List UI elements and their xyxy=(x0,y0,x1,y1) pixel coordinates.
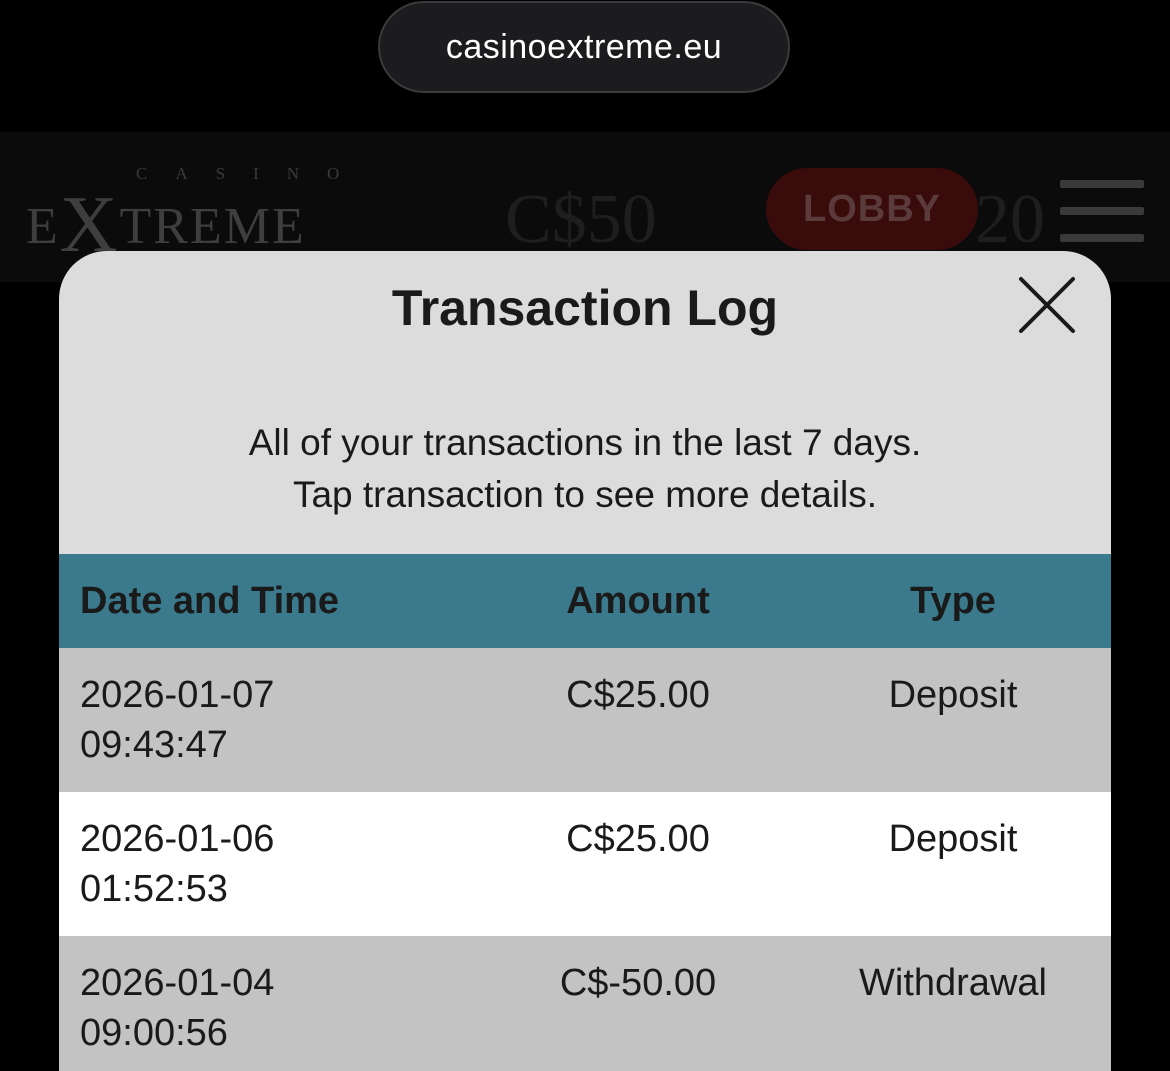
balance-display: C$50 xyxy=(505,181,657,258)
modal-title: Transaction Log xyxy=(391,280,779,336)
transaction-time: 09:43:47 xyxy=(80,724,228,766)
transaction-type: Deposit xyxy=(888,818,1018,860)
transaction-date: 2026-01-06 xyxy=(80,818,275,860)
table-header: Date and Time Amount Type xyxy=(59,554,1111,648)
transaction-time: 01:52:53 xyxy=(80,868,228,910)
lobby-button: LOBBY xyxy=(766,168,978,250)
transaction-amount: C$25.00 xyxy=(566,674,710,716)
transaction-datetime: 2026-01-07 09:43:47 xyxy=(80,670,274,770)
logo-prefix: E xyxy=(26,198,60,255)
transaction-date: 2026-01-04 xyxy=(80,962,275,1004)
close-icon xyxy=(1019,277,1075,333)
transaction-amount: C$-50.00 xyxy=(559,962,717,1004)
transaction-datetime: 2026-01-06 01:52:53 xyxy=(80,814,274,914)
url-bar[interactable]: casinoextreme.eu xyxy=(378,1,790,93)
description-line-1: All of your transactions in the last 7 d… xyxy=(248,422,922,463)
column-header-date: Date and Time xyxy=(80,580,340,622)
logo-suffix: TREME xyxy=(119,198,306,255)
bonus-display: 20 xyxy=(975,181,1045,258)
transaction-row[interactable]: 2026-01-07 09:43:47 C$25.00 Deposit xyxy=(59,648,1111,792)
transaction-amount: C$25.00 xyxy=(566,818,710,860)
transaction-datetime: 2026-01-04 09:00:56 xyxy=(80,958,274,1058)
casino-extreme-logo: CASINO EXTREME xyxy=(26,160,356,269)
column-header-amount: Amount xyxy=(566,580,710,622)
column-header-type: Type xyxy=(910,580,996,622)
transaction-log-modal: Transaction Log All of your transactions… xyxy=(59,251,1111,1071)
transaction-time: 09:00:56 xyxy=(80,1012,228,1054)
transaction-row[interactable]: 2026-01-06 01:52:53 C$25.00 Deposit xyxy=(59,792,1111,936)
transaction-type: Deposit xyxy=(888,674,1018,716)
modal-description: All of your transactions in the last 7 d… xyxy=(59,417,1111,521)
description-line-2: Tap transaction to see more details. xyxy=(292,474,878,515)
transaction-row[interactable]: 2026-01-04 09:00:56 C$-50.00 Withdrawal xyxy=(59,936,1111,1071)
transaction-type: Withdrawal xyxy=(859,962,1047,1004)
transaction-date: 2026-01-07 xyxy=(80,674,275,716)
hamburger-menu-icon xyxy=(1060,180,1144,242)
close-button[interactable] xyxy=(1015,273,1079,337)
